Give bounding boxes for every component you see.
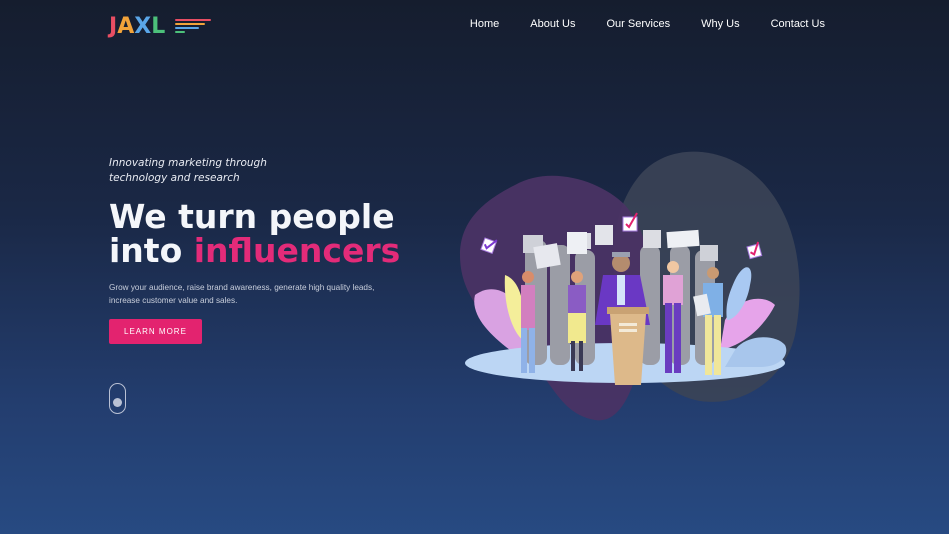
nav-our-services[interactable]: Our Services (607, 18, 671, 30)
menu-lines-icon[interactable] (175, 16, 212, 36)
hero-description: Grow your audience, raise brand awarenes… (109, 283, 375, 305)
sign (567, 232, 587, 254)
nav-contact-us[interactable]: Contact Us (771, 18, 825, 30)
logo[interactable]: JAXL (109, 13, 212, 39)
headline-accent: influencers (193, 231, 401, 270)
hero-section: Innovating marketing through technology … (109, 156, 429, 344)
sign (666, 229, 700, 249)
logo-letter: L (151, 13, 166, 39)
headline-prefix: into (109, 231, 194, 270)
scroll-mouse-icon[interactable] (109, 383, 126, 414)
hero-headline: We turn people into influencers (109, 200, 429, 268)
sign (533, 243, 561, 269)
main-nav: Home About Us Our Services Why Us Contac… (470, 18, 825, 30)
crowd-illustration (460, 151, 800, 421)
sign (595, 225, 613, 245)
logo-letter: J (109, 13, 118, 39)
logo-wordmark: JAXL (109, 14, 165, 39)
nav-about-us[interactable]: About Us (530, 18, 575, 30)
logo-letter: A (117, 13, 135, 39)
learn-more-button[interactable]: LEARN MORE (109, 319, 202, 344)
logo-letter: X (134, 13, 152, 39)
scroll-dot (113, 398, 122, 407)
hero-tagline: Innovating marketing through technology … (109, 157, 267, 184)
nav-why-us[interactable]: Why Us (701, 18, 740, 30)
nav-home[interactable]: Home (470, 18, 499, 30)
